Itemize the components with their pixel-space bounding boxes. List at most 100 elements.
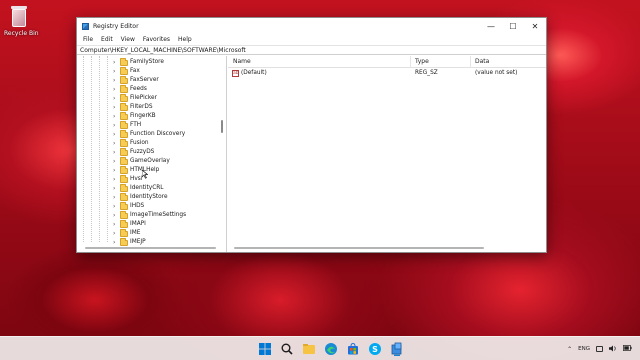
folder-icon: [120, 238, 128, 246]
tree-item[interactable]: › Fax: [77, 67, 217, 76]
tree-item[interactable]: › FaxServer: [77, 76, 217, 85]
minimize-button[interactable]: —: [480, 18, 502, 34]
chevron-right-icon[interactable]: ›: [113, 157, 118, 166]
menu-edit[interactable]: Edit: [97, 36, 117, 43]
chevron-right-icon[interactable]: ›: [113, 184, 118, 193]
tree-item[interactable]: › IdentityStore: [77, 193, 217, 202]
folder-icon: [120, 67, 128, 75]
chevron-right-icon[interactable]: ›: [113, 211, 118, 220]
tree-item[interactable]: › IHDS: [77, 202, 217, 211]
tree-item[interactable]: › Function Discovery: [77, 130, 217, 139]
tree-item[interactable]: › Fusion: [77, 139, 217, 148]
tree-scroll-thumb[interactable]: [221, 120, 223, 133]
chevron-right-icon[interactable]: ›: [113, 202, 118, 211]
file-explorer-icon[interactable]: [302, 342, 316, 356]
value-row[interactable]: ab (Default) REG_SZ (value not set): [228, 69, 546, 78]
tree-item[interactable]: › FamilyStore: [77, 58, 217, 67]
chevron-right-icon[interactable]: ›: [113, 121, 118, 130]
menu-file[interactable]: File: [79, 36, 97, 43]
close-button[interactable]: ✕: [524, 18, 546, 34]
tree-item[interactable]: › FingerKB: [77, 112, 217, 121]
tree-vertical-scrollbar[interactable]: [220, 58, 224, 240]
folder-icon: [120, 202, 128, 210]
folder-icon: [120, 76, 128, 84]
chevron-right-icon[interactable]: ›: [113, 229, 118, 238]
tree-item-label: IdentityCRL: [130, 185, 164, 191]
chevron-right-icon[interactable]: ›: [113, 76, 118, 85]
tree-item[interactable]: › GameOverlay: [77, 157, 217, 166]
tree-item[interactable]: › ImageTimeSettings: [77, 211, 217, 220]
tree-item-label: IME: [130, 230, 141, 236]
tree-item[interactable]: › FuzzyDS: [77, 148, 217, 157]
tree-item[interactable]: › IdentityCRL: [77, 184, 217, 193]
tree-item-label: FingerKB: [130, 113, 156, 119]
tree-item-label: FilePicker: [130, 95, 157, 101]
chevron-right-icon[interactable]: ›: [113, 58, 118, 67]
panes: › FamilyStore › Fax › FaxServer › Feeds › FilePic…: [77, 56, 546, 252]
tree-item[interactable]: › FilePicker: [77, 94, 217, 103]
chevron-right-icon[interactable]: ›: [113, 94, 118, 103]
menu-view[interactable]: View: [117, 36, 139, 43]
edge-icon[interactable]: [324, 342, 338, 356]
list-horizontal-scrollbar[interactable]: [234, 247, 484, 249]
chevron-right-icon[interactable]: ›: [113, 193, 118, 202]
values-list-pane: Name Type Data ab (Default) REG_SZ (valu…: [228, 56, 546, 252]
address-bar[interactable]: Computer\HKEY_LOCAL_MACHINE\SOFTWARE\Mic…: [77, 45, 546, 55]
skype-icon[interactable]: S: [368, 342, 382, 356]
recycle-bin-icon: [10, 4, 28, 28]
tree-item[interactable]: › IMAPI: [77, 220, 217, 229]
column-name-header[interactable]: Name: [233, 56, 251, 68]
folder-icon: [120, 139, 128, 147]
tree-item-label: Fax: [130, 68, 140, 74]
tree-item[interactable]: › IME: [77, 229, 217, 238]
title-bar[interactable]: Registry Editor — ☐ ✕: [77, 18, 546, 34]
registry-editor-icon: [82, 22, 89, 30]
chevron-right-icon[interactable]: ›: [113, 220, 118, 229]
recycle-bin-label: Recycle Bin: [4, 30, 39, 37]
folder-icon: [120, 220, 128, 228]
folder-icon: [120, 166, 128, 174]
menu-bar: File Edit View Favorites Help: [77, 34, 546, 45]
folder-icon: [120, 103, 128, 111]
chevron-right-icon[interactable]: ›: [113, 166, 118, 175]
chevron-right-icon[interactable]: ›: [113, 148, 118, 157]
network-icon[interactable]: [596, 346, 603, 352]
window-title: Registry Editor: [93, 22, 139, 30]
tree-item[interactable]: › FTH: [77, 121, 217, 130]
tree-item-label: ImageTimeSettings: [130, 212, 187, 218]
registry-editor-taskbar-icon[interactable]: [390, 342, 404, 356]
tree-item-label: FaxServer: [130, 77, 159, 83]
recycle-bin-shortcut[interactable]: Recycle Bin: [4, 4, 39, 37]
column-separator[interactable]: [470, 56, 471, 68]
store-icon[interactable]: [346, 342, 360, 356]
tree-item[interactable]: › FilterDS: [77, 103, 217, 112]
chevron-right-icon[interactable]: ›: [113, 238, 118, 247]
column-separator[interactable]: [410, 56, 411, 68]
column-type-header[interactable]: Type: [415, 56, 429, 68]
tree-item-label: FuzzyDS: [130, 149, 155, 155]
column-data-header[interactable]: Data: [475, 56, 489, 68]
registry-editor-window: Registry Editor — ☐ ✕ File Edit View Fav…: [76, 17, 547, 253]
search-icon[interactable]: [280, 342, 294, 356]
tree-item-label: IHDS: [130, 203, 145, 209]
chevron-right-icon[interactable]: ›: [113, 175, 118, 184]
volume-icon[interactable]: [609, 345, 617, 354]
system-tray: ⌃ ENG: [567, 337, 632, 360]
chevron-up-icon[interactable]: ⌃: [567, 346, 572, 353]
chevron-right-icon[interactable]: ›: [113, 139, 118, 148]
battery-icon[interactable]: [623, 345, 632, 353]
language-indicator[interactable]: ENG: [578, 346, 590, 352]
folder-icon: [120, 58, 128, 66]
chevron-right-icon[interactable]: ›: [113, 67, 118, 76]
chevron-right-icon[interactable]: ›: [113, 130, 118, 139]
tree-item[interactable]: › IMEJP: [77, 238, 217, 247]
chevron-right-icon[interactable]: ›: [113, 112, 118, 121]
tree-item[interactable]: › Feeds: [77, 85, 217, 94]
menu-favorites[interactable]: Favorites: [139, 36, 174, 43]
maximize-button[interactable]: ☐: [502, 18, 524, 34]
tree-horizontal-scrollbar[interactable]: [85, 247, 216, 249]
chevron-right-icon[interactable]: ›: [113, 85, 118, 94]
windows-start-icon[interactable]: [258, 342, 272, 356]
chevron-right-icon[interactable]: ›: [113, 103, 118, 112]
menu-help[interactable]: Help: [174, 36, 196, 43]
